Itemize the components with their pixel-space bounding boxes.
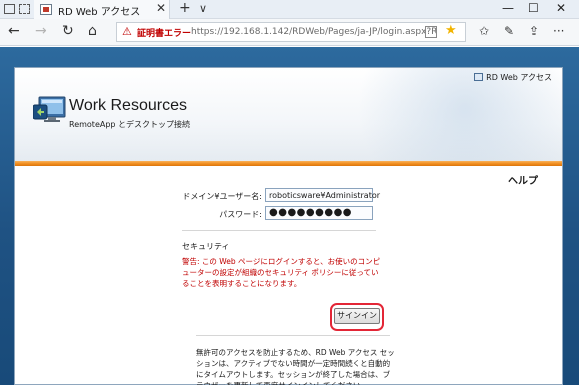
rd-web-access-label: RD Web アクセス [486, 73, 552, 82]
address-bar[interactable]: ⚠ 証明書エラー https://192.168.1.142/RDWeb/Pag… [116, 22, 466, 42]
reading-view-icon[interactable] [425, 26, 437, 38]
security-heading: セキュリティ [182, 242, 230, 251]
home-button[interactable]: ⌂ [88, 23, 97, 39]
tab-close-icon[interactable]: ✕ [156, 1, 166, 15]
separator-bottom [196, 335, 390, 336]
signin-button[interactable]: サインイン [334, 308, 380, 324]
page-subtitle: RemoteApp とデスクトップ接続 [69, 120, 191, 129]
url-text[interactable]: https://192.168.1.142/RDWeb/Pages/ja-JP/… [191, 27, 437, 37]
session-timeout-info: 無許可のアクセスを防止するため、RD Web アクセス セッションは、アクティブ… [196, 348, 395, 385]
back-button[interactable]: ← [8, 23, 20, 39]
web-notes-icon[interactable]: ✎ [504, 24, 514, 38]
username-field[interactable]: roboticsware¥Administrator [265, 188, 380, 202]
more-menu-icon[interactable]: ··· [553, 24, 564, 38]
forward-button[interactable]: → [35, 23, 47, 39]
security-warning: 警告: この Web ページにログインすると、お使いのコンピューターの設定が組織… [182, 257, 381, 288]
refresh-button[interactable]: ↻ [62, 23, 74, 39]
window-menu-icon[interactable] [4, 4, 15, 14]
certificate-warning-icon[interactable]: ⚠ [122, 25, 132, 38]
separator-top [182, 230, 376, 231]
password-field[interactable]: ●●●●●●●●● [265, 206, 373, 220]
accent-bar [15, 161, 562, 166]
close-window-button[interactable]: ✕ [556, 1, 566, 15]
tab-preview-icon[interactable] [19, 4, 30, 14]
certificate-error-label[interactable]: 証明書エラー [137, 26, 191, 39]
share-icon[interactable]: ⇪ [529, 24, 539, 38]
tab-title: RD Web アクセス [58, 7, 141, 18]
browser-tab-bar: RD Web アクセス ✕ + ∨ — ☐ ✕ [0, 0, 579, 19]
username-label: ドメイン¥ユーザー名: [182, 192, 262, 201]
browser-nav-bar: ← → ↻ ⌂ ⚠ 証明書エラー https://192.168.1.142/R… [0, 19, 579, 46]
login-header: RD Web アクセス Work Resources RemoteApp とデス… [15, 68, 562, 161]
remoteapp-computer-icon [33, 96, 66, 122]
rd-web-access-link[interactable]: RD Web アクセス [474, 72, 552, 83]
new-tab-button[interactable]: + [179, 0, 191, 16]
page-title: Work Resources [69, 97, 187, 114]
password-label: パスワード: [219, 210, 262, 219]
favorite-star-icon[interactable]: ★ [445, 23, 457, 38]
maximize-button[interactable]: ☐ [528, 1, 539, 15]
rd-web-access-icon [474, 73, 484, 81]
login-panel: RD Web アクセス Work Resources RemoteApp とデス… [14, 67, 563, 385]
help-link[interactable]: ヘルプ [508, 172, 538, 187]
favorites-hub-icon[interactable]: ✩ [479, 24, 489, 38]
browser-tab[interactable]: RD Web アクセス ✕ [34, 0, 170, 19]
minimize-button[interactable]: — [502, 1, 514, 15]
tab-list-button[interactable]: ∨ [199, 2, 207, 15]
rdweb-favicon-icon [40, 4, 52, 15]
